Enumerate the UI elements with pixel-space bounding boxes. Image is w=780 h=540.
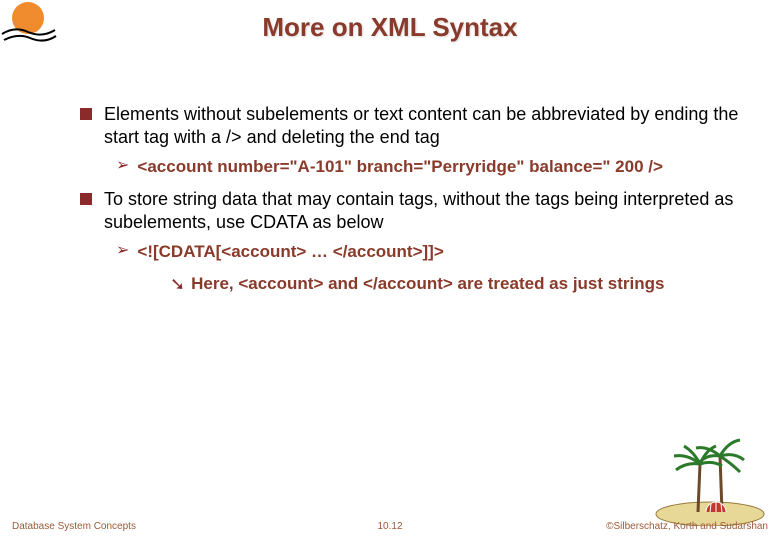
sub-bullet-text: <account number="A-101" branch="Perryrid… (137, 156, 663, 178)
footer-right: ©Silberschatz, Korth and Sudarshan (606, 521, 768, 532)
arrow-bullet-icon: ➢ (116, 241, 129, 262)
footer: Database System Concepts 10.12 ©Silbersc… (0, 521, 780, 532)
sub-sub-bullet-text: Here, <account> and </account> are treat… (191, 273, 664, 294)
slide: More on XML Syntax Elements without sube… (0, 0, 780, 540)
sun-icon (0, 0, 60, 52)
sub-sub-bullet-item: ➘ Here, <account> and </account> are tre… (170, 273, 740, 296)
down-arrow-bullet-icon: ➘ (170, 273, 185, 296)
bullet-text: To store string data that may contain ta… (104, 188, 740, 233)
arrow-bullet-icon: ➢ (116, 156, 129, 177)
palm-tree-icon (650, 436, 770, 526)
footer-left: Database System Concepts (12, 521, 136, 532)
bullet-text: Elements without subelements or text con… (104, 103, 740, 148)
bullet-item: To store string data that may contain ta… (80, 188, 740, 233)
slide-title: More on XML Syntax (40, 12, 740, 43)
sub-bullet-item: ➢ <![CDATA[<account> … </account>]]> (116, 241, 740, 263)
square-bullet-icon (80, 108, 92, 120)
sub-bullet-text: <![CDATA[<account> … </account>]]> (137, 241, 443, 263)
footer-page-number: 10.12 (377, 521, 402, 532)
bullet-item: Elements without subelements or text con… (80, 103, 740, 148)
square-bullet-icon (80, 193, 92, 205)
sub-bullet-item: ➢ <account number="A-101" branch="Perryr… (116, 156, 740, 178)
